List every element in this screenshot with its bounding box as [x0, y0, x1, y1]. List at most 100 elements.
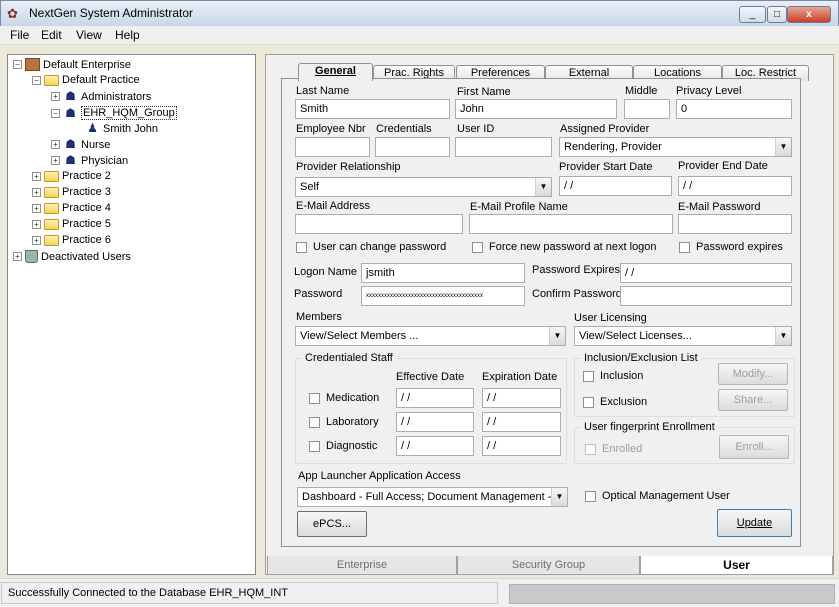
menu-file[interactable]: File	[10, 28, 29, 42]
expand-icon[interactable]: +	[13, 252, 22, 261]
dropdown-arrow-icon[interactable]: ▼	[775, 138, 791, 156]
maximize-button[interactable]: □	[767, 6, 787, 23]
force-new-password-checkbox[interactable]	[472, 242, 483, 253]
minimize-button[interactable]: _	[739, 6, 766, 23]
tree-item-physician[interactable]: + ☗ Physician	[51, 154, 128, 167]
recycle-bin-icon	[25, 250, 38, 263]
employee-nbr-field[interactable]	[295, 137, 370, 157]
medication-expiration-date[interactable]: / /	[482, 388, 561, 408]
tree-item-ehr-group[interactable]: − ☗ EHR_HQM_Group	[51, 106, 177, 120]
enroll-button[interactable]: Enroll...	[719, 435, 789, 459]
collapse-icon[interactable]: −	[51, 108, 60, 118]
email-address-field[interactable]	[295, 214, 463, 234]
dropdown-arrow-icon[interactable]: ▼	[535, 178, 551, 196]
tree-item-practice-6[interactable]: + Practice 6	[32, 234, 111, 246]
tab-general[interactable]: General	[298, 63, 373, 81]
tab-security-group[interactable]: Security Group	[457, 556, 640, 575]
tree-panel[interactable]: − Default Enterprise − Default Practice …	[7, 54, 256, 575]
modify-button[interactable]: Modify...	[718, 363, 788, 385]
dropdown-arrow-icon[interactable]: ▼	[549, 327, 565, 345]
laboratory-expiration-date[interactable]: / /	[482, 412, 561, 432]
enrolled-label: Enrolled	[602, 443, 643, 455]
tree-item-practice-3[interactable]: + Practice 3	[32, 186, 111, 198]
app-launcher-select[interactable]: Dashboard - Full Access; Document Manage…	[297, 487, 568, 507]
diagnostic-expiration-date[interactable]: / /	[482, 436, 561, 456]
fingerprint-enrollment-title: User fingerprint Enrollment	[581, 421, 718, 433]
dropdown-arrow-icon[interactable]: ▼	[551, 488, 567, 506]
group-icon: ☗	[65, 153, 76, 167]
members-value: View/Select Members ...	[300, 330, 419, 342]
tab-enterprise[interactable]: Enterprise	[267, 556, 457, 575]
optical-management-checkbox[interactable]	[585, 491, 596, 502]
email-profile-field[interactable]	[469, 214, 673, 234]
menu-edit[interactable]: Edit	[41, 28, 62, 42]
group-icon: ☗	[65, 137, 76, 151]
epcs-button[interactable]: ePCS...	[297, 511, 367, 537]
dropdown-arrow-icon[interactable]: ▼	[775, 327, 791, 345]
assigned-provider-select[interactable]: Rendering, Provider ▼	[559, 137, 792, 157]
expand-icon[interactable]: +	[51, 140, 60, 149]
expand-icon[interactable]: +	[32, 219, 41, 229]
provider-end-date-field[interactable]: / /	[678, 176, 792, 196]
confirm-password-field[interactable]	[620, 286, 792, 306]
tab-user[interactable]: User	[640, 556, 833, 575]
user-can-change-password-label: User can change password	[313, 241, 447, 253]
expand-icon[interactable]: +	[32, 187, 41, 197]
privacy-level-field[interactable]: 0	[676, 99, 792, 119]
expand-icon[interactable]: +	[51, 156, 60, 165]
user-can-change-password-checkbox[interactable]	[296, 242, 307, 253]
inclusion-checkbox[interactable]	[583, 371, 594, 382]
window-title: NextGen System Administrator	[29, 6, 194, 20]
menu-view[interactable]: View	[76, 28, 102, 42]
logon-name-field[interactable]: jsmith	[361, 263, 525, 283]
tree-item-default-practice[interactable]: − Default Practice	[32, 74, 140, 86]
folder-icon	[44, 74, 59, 86]
tree-item-practice-4[interactable]: + Practice 4	[32, 202, 111, 214]
provider-start-date-label: Provider Start Date	[559, 161, 653, 173]
share-button[interactable]: Share...	[718, 389, 788, 411]
first-name-label: First Name	[457, 86, 511, 98]
last-name-field[interactable]: Smith	[295, 99, 450, 119]
expand-icon[interactable]: +	[32, 235, 41, 245]
tree-item-nurse[interactable]: + ☗ Nurse	[51, 138, 110, 151]
expand-icon[interactable]: +	[51, 92, 60, 101]
collapse-icon[interactable]: −	[13, 60, 22, 69]
tree-label: Administrators	[81, 90, 152, 103]
password-expires-checkbox[interactable]	[679, 242, 690, 253]
update-button[interactable]: Update	[717, 509, 792, 537]
last-name-label: Last Name	[296, 85, 350, 97]
close-button[interactable]: x	[787, 6, 831, 23]
collapse-icon[interactable]: −	[32, 75, 41, 85]
tree-item-enterprise[interactable]: − Default Enterprise	[13, 58, 131, 71]
expand-icon[interactable]: +	[32, 203, 41, 213]
credentials-label: Credentials	[376, 123, 432, 135]
laboratory-effective-date[interactable]: / /	[396, 412, 474, 432]
provider-start-date-field[interactable]: / /	[559, 176, 672, 196]
password-expires-field[interactable]: / /	[620, 263, 792, 283]
provider-relationship-label: Provider Relationship	[296, 161, 401, 173]
tree-item-practice-5[interactable]: + Practice 5	[32, 218, 111, 230]
diagnostic-effective-date[interactable]: / /	[396, 436, 474, 456]
email-password-field[interactable]	[678, 214, 792, 234]
tree-label: Physician	[81, 154, 129, 167]
user-id-field[interactable]	[455, 137, 552, 157]
provider-relationship-select[interactable]: Self ▼	[295, 177, 552, 197]
expand-icon[interactable]: +	[32, 171, 41, 181]
laboratory-checkbox[interactable]	[309, 417, 320, 428]
tree-item-administrators[interactable]: + ☗ Administrators	[51, 90, 151, 103]
members-select[interactable]: View/Select Members ... ▼	[295, 326, 566, 346]
tree-label: Practice 5	[62, 218, 111, 230]
tree-item-deactivated-users[interactable]: + Deactivated Users	[13, 250, 131, 263]
tree-item-practice-2[interactable]: + Practice 2	[32, 170, 111, 182]
medication-checkbox[interactable]	[309, 393, 320, 404]
middle-field[interactable]	[624, 99, 670, 119]
menu-help[interactable]: Help	[115, 28, 140, 42]
diagnostic-checkbox[interactable]	[309, 441, 320, 452]
credentials-field[interactable]	[375, 137, 450, 157]
tree-item-smith-john[interactable]: ♟ Smith John	[85, 122, 158, 135]
password-field[interactable]: xxxxxxxxxxxxxxxxxxxxxxxxxxxxxxxxxxxxxxx	[361, 286, 525, 306]
exclusion-checkbox[interactable]	[583, 397, 594, 408]
first-name-field[interactable]: John	[455, 99, 617, 119]
medication-effective-date[interactable]: / /	[396, 388, 474, 408]
user-licensing-select[interactable]: View/Select Licenses... ▼	[574, 326, 792, 346]
